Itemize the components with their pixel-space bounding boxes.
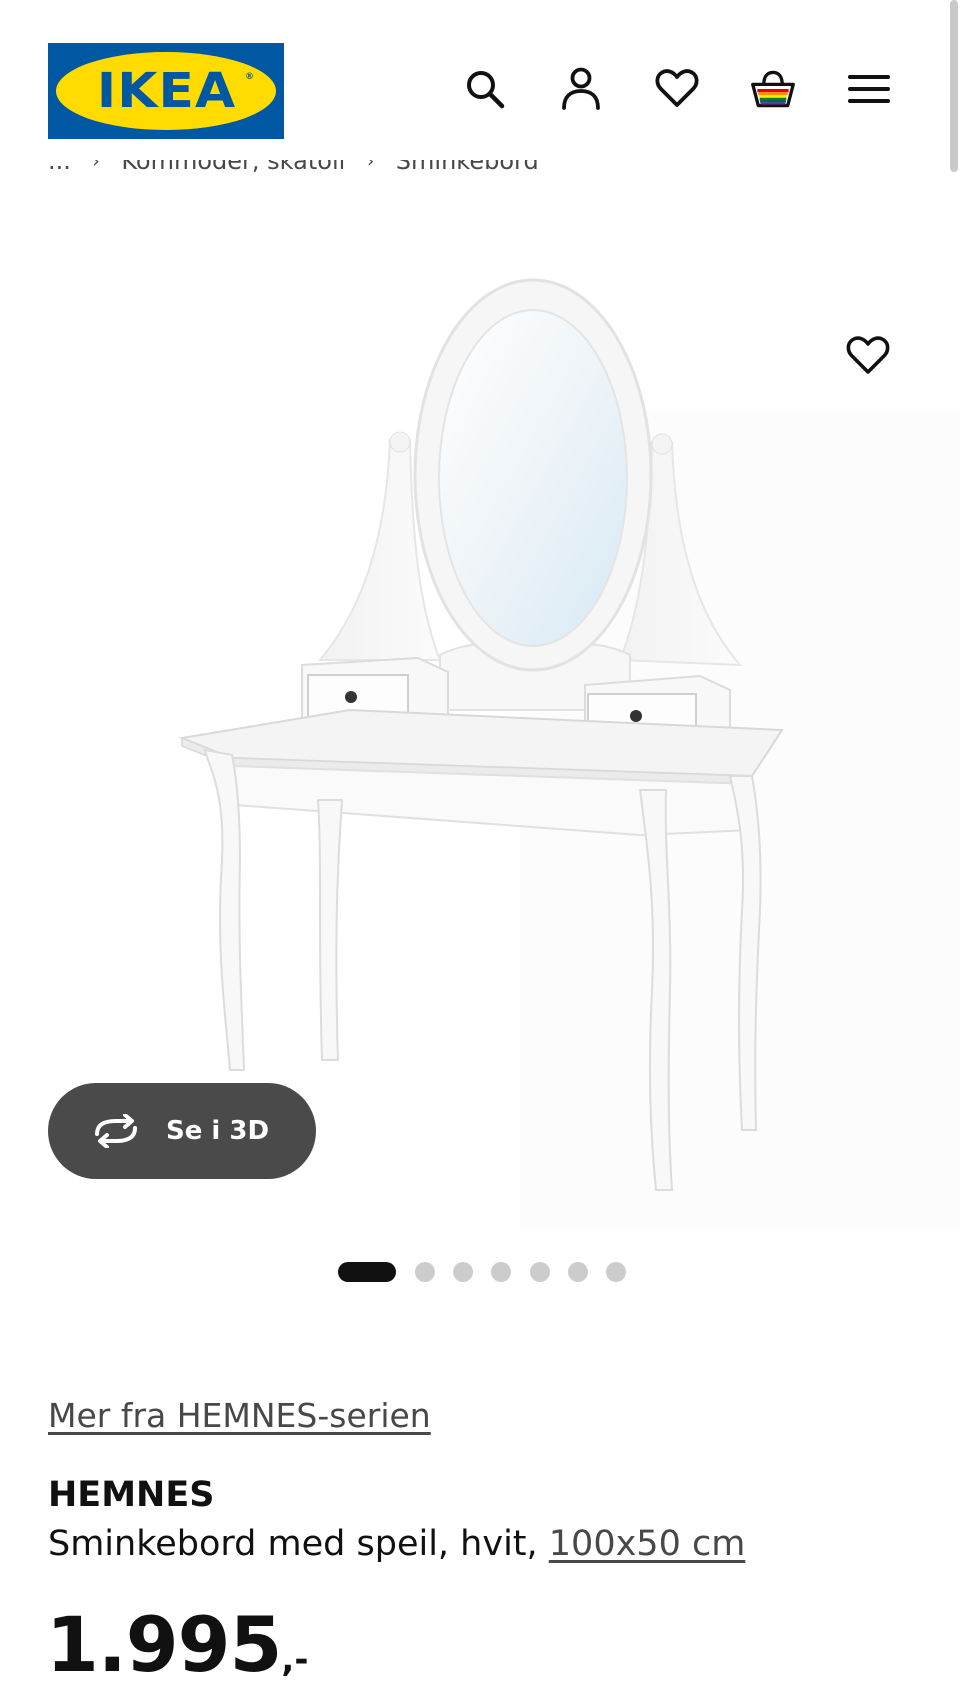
carousel-dot-1[interactable]	[338, 1262, 396, 1282]
logo-text: IKEA	[96, 63, 236, 119]
product-description-text: Sminkebord med speil, hvit,	[48, 1524, 549, 1564]
account-icon[interactable]	[558, 66, 604, 112]
carousel-dot-2[interactable]	[415, 1262, 435, 1282]
page-scrollbar[interactable]	[950, 0, 958, 172]
breadcrumb: ... › Kommoder, skatoll › Sminkebord	[48, 160, 888, 194]
price-suffix: ,-	[281, 1640, 309, 1680]
series-link[interactable]: Mer fra HEMNES-serien	[48, 1396, 431, 1435]
heart-icon[interactable]	[654, 66, 700, 112]
see-in-3d-label: Se i 3D	[166, 1116, 270, 1146]
carousel-dot-6[interactable]	[568, 1262, 588, 1282]
breadcrumb-separator: ›	[92, 160, 100, 172]
breadcrumb-item-sminkebord[interactable]: Sminkebord	[396, 160, 539, 175]
product-price: 1.995,-	[46, 1600, 308, 1689]
breadcrumb-item-category[interactable]: Kommoder, skatoll	[121, 160, 345, 175]
carousel-indicator	[0, 1260, 960, 1284]
price-integer: 1.995	[46, 1600, 282, 1689]
carousel-dot-4[interactable]	[491, 1262, 511, 1282]
menu-icon[interactable]	[846, 66, 892, 112]
search-icon[interactable]	[462, 66, 508, 112]
breadcrumb-ellipsis[interactable]: ...	[48, 160, 71, 175]
product-gallery[interactable]: Se i 3D	[0, 210, 960, 1230]
rotate-3d-icon	[90, 1111, 142, 1151]
logo-registered-mark: ®	[245, 72, 254, 82]
cart-icon[interactable]	[750, 66, 796, 112]
product-image-vanity-table	[178, 278, 960, 1230]
product-name: HEMNES	[48, 1475, 215, 1515]
ikea-logo[interactable]: IKEA ®	[48, 43, 284, 139]
add-to-favourites-button[interactable]	[840, 328, 896, 384]
product-description: Sminkebord med speil, hvit, 100x50 cm	[48, 1524, 745, 1564]
logo-oval: IKEA ®	[56, 52, 276, 130]
carousel-dot-7[interactable]	[606, 1262, 626, 1282]
see-in-3d-button[interactable]: Se i 3D	[48, 1083, 316, 1179]
breadcrumb-separator: ›	[366, 160, 375, 172]
product-size-link[interactable]: 100x50 cm	[549, 1524, 746, 1564]
carousel-dot-5[interactable]	[530, 1262, 550, 1282]
site-header: IKEA ®	[0, 0, 960, 170]
carousel-dot-3[interactable]	[453, 1262, 473, 1282]
